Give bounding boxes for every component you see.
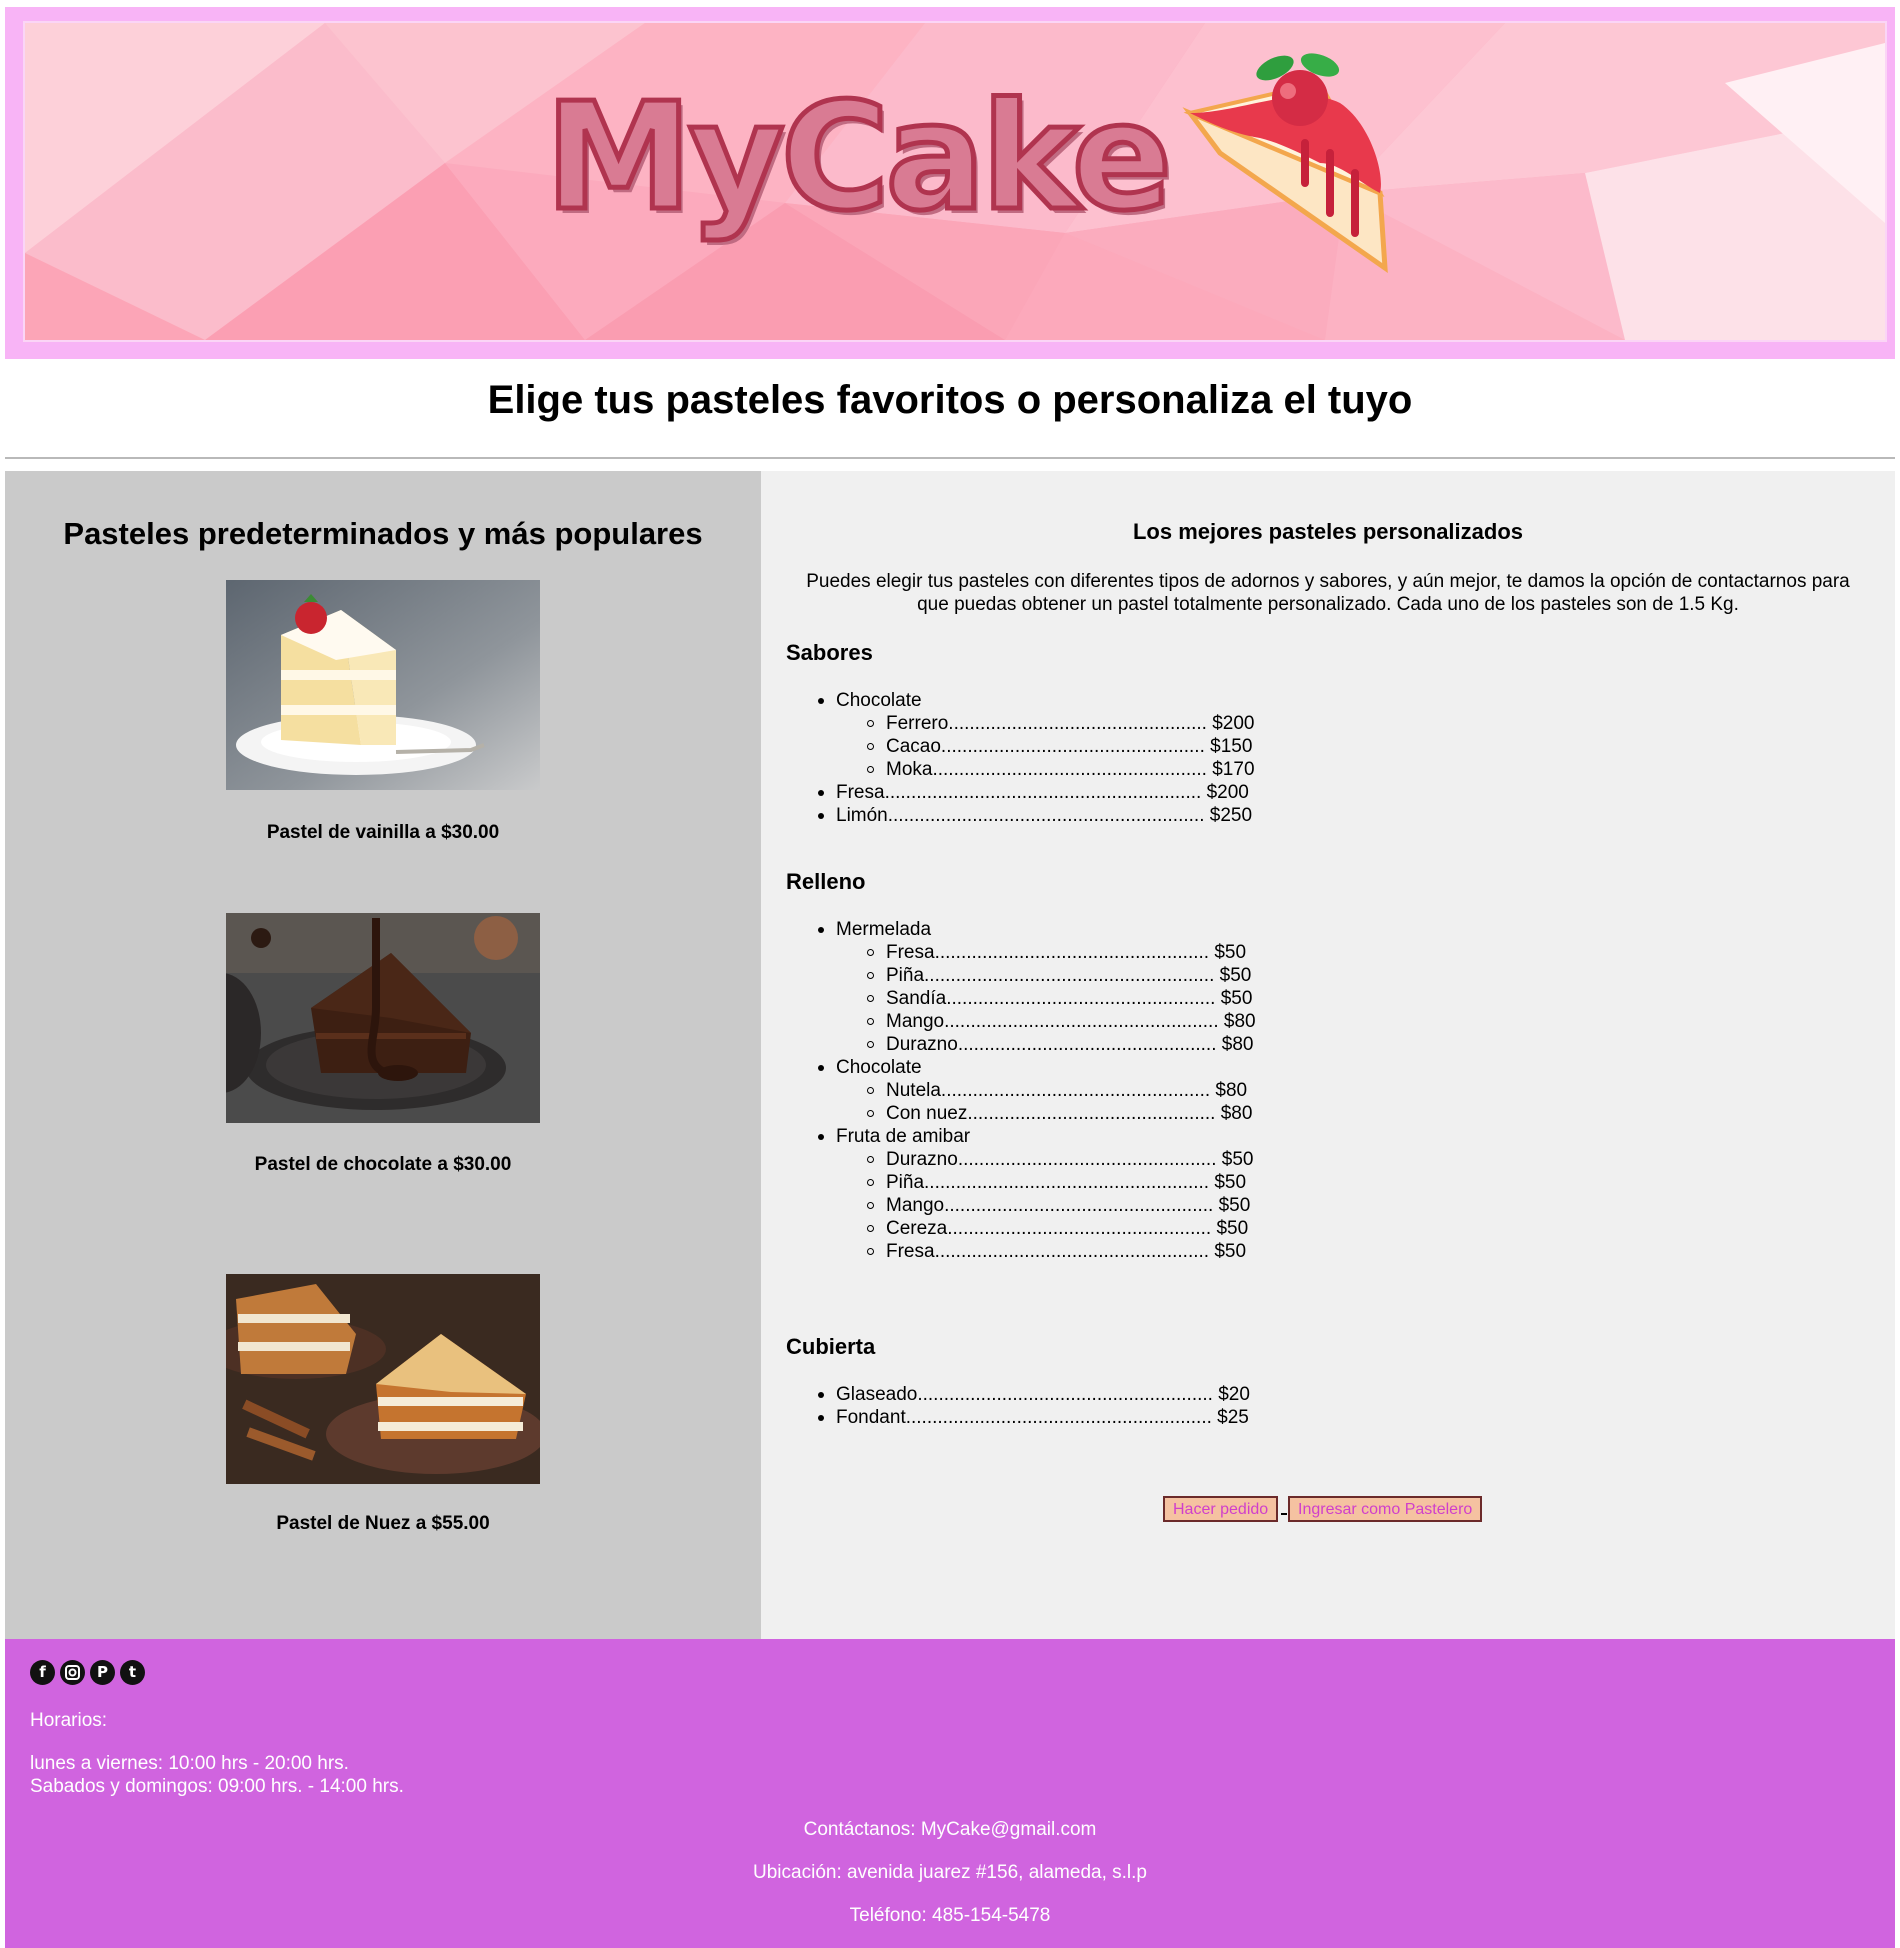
cubierta-heading: Cubierta (786, 1334, 876, 1359)
list-item: Durazno.................................… (786, 1033, 1256, 1056)
walnut-cake-caption: Pastel de Nuez a $55.00 (276, 1513, 490, 1534)
sabores-list: Chocolate Ferrero.......................… (786, 689, 1255, 827)
list-item: Moka....................................… (786, 758, 1255, 781)
location: Ubicación: avenida juarez #156, alameda,… (753, 1862, 1147, 1883)
list-item: Fresa...................................… (786, 1240, 1256, 1263)
list-item: Limón...................................… (786, 804, 1255, 827)
pinterest-icon[interactable]: P (90, 1660, 115, 1685)
facebook-icon[interactable]: f (30, 1660, 55, 1685)
list-item: Fondant.................................… (786, 1406, 1250, 1429)
hours-weekends: Sabados y domingos: 09:00 hrs. - 14:00 h… (30, 1776, 404, 1797)
divider (5, 457, 1895, 459)
popular-cakes-title: Pasteles predeterminados y más populares (63, 516, 703, 551)
order-button[interactable]: Hacer pedido (1163, 1496, 1279, 1522)
list-item: Mermelada (786, 918, 1256, 941)
chocolate-cake-caption: Pastel de chocolate a $30.00 (254, 1154, 512, 1175)
popular-cakes-panel: Pasteles predeterminados y más populares (5, 471, 761, 1639)
custom-cakes-title: Los mejores pasteles personalizados (1132, 519, 1524, 544)
baker-login-button[interactable]: Ingresar como Pastelero (1288, 1496, 1483, 1522)
button-separator (1281, 1513, 1287, 1515)
cubierta-list: Glaseado................................… (786, 1383, 1250, 1429)
list-item: Nutela..................................… (786, 1079, 1256, 1102)
custom-cakes-panel: Los mejores pasteles personalizados Pued… (761, 471, 1895, 1639)
list-item: Piña....................................… (786, 964, 1256, 987)
list-item: Glaseado................................… (786, 1383, 1250, 1406)
list-item: Durazno.................................… (786, 1148, 1256, 1171)
phone: Teléfono: 485-154-5478 (849, 1905, 1051, 1926)
hours-label: Horarios: (30, 1710, 108, 1731)
list-item: Piña....................................… (786, 1171, 1256, 1194)
chocolate-cake-image (226, 913, 540, 1123)
list-item: Mango...................................… (786, 1194, 1256, 1217)
list-item: Mango...................................… (786, 1010, 1256, 1033)
page: MyCake Elige tus pasteles favoritos o pe… (0, 0, 1900, 1948)
logo-text: MyCake (542, 71, 1174, 243)
vanilla-cake-caption: Pastel de vainilla a $30.00 (266, 822, 500, 843)
page-subtitle: Elige tus pasteles favoritos o personali… (487, 378, 1413, 422)
footer: f P t Horarios: lunes a viernes: 10:00 h… (5, 1639, 1895, 1948)
list-item: Fresa...................................… (786, 941, 1256, 964)
list-item: Cacao...................................… (786, 735, 1255, 758)
contact-email: Contáctanos: MyCake@gmail.com (803, 1819, 1097, 1840)
header-banner: MyCake (5, 7, 1895, 359)
list-item: Fruta de amibar (786, 1125, 1256, 1148)
instagram-icon[interactable] (60, 1660, 85, 1685)
custom-cakes-intro: Puedes elegir tus pasteles con diferente… (806, 571, 1850, 615)
list-item: Ferrero.................................… (786, 712, 1255, 735)
walnut-cake-image (226, 1274, 540, 1484)
list-item: Fresa...................................… (786, 781, 1255, 804)
hours-weekdays: lunes a viernes: 10:00 hrs - 20:00 hrs. (30, 1753, 349, 1774)
vanilla-cake-image (226, 580, 540, 790)
banner-image: MyCake (23, 21, 1887, 342)
tumblr-icon[interactable]: t (120, 1660, 145, 1685)
sabores-heading: Sabores (786, 640, 873, 665)
list-item: Chocolate (786, 689, 1255, 712)
list-item: Chocolate (786, 1056, 1256, 1079)
list-item: Cereza..................................… (786, 1217, 1256, 1240)
relleno-heading: Relleno (786, 869, 866, 894)
cake-slice-logo-icon (1182, 53, 1388, 273)
relleno-list: Mermelada Fresa.........................… (786, 918, 1256, 1263)
list-item: Con nuez................................… (786, 1102, 1256, 1125)
list-item: Sandía..................................… (786, 987, 1256, 1010)
